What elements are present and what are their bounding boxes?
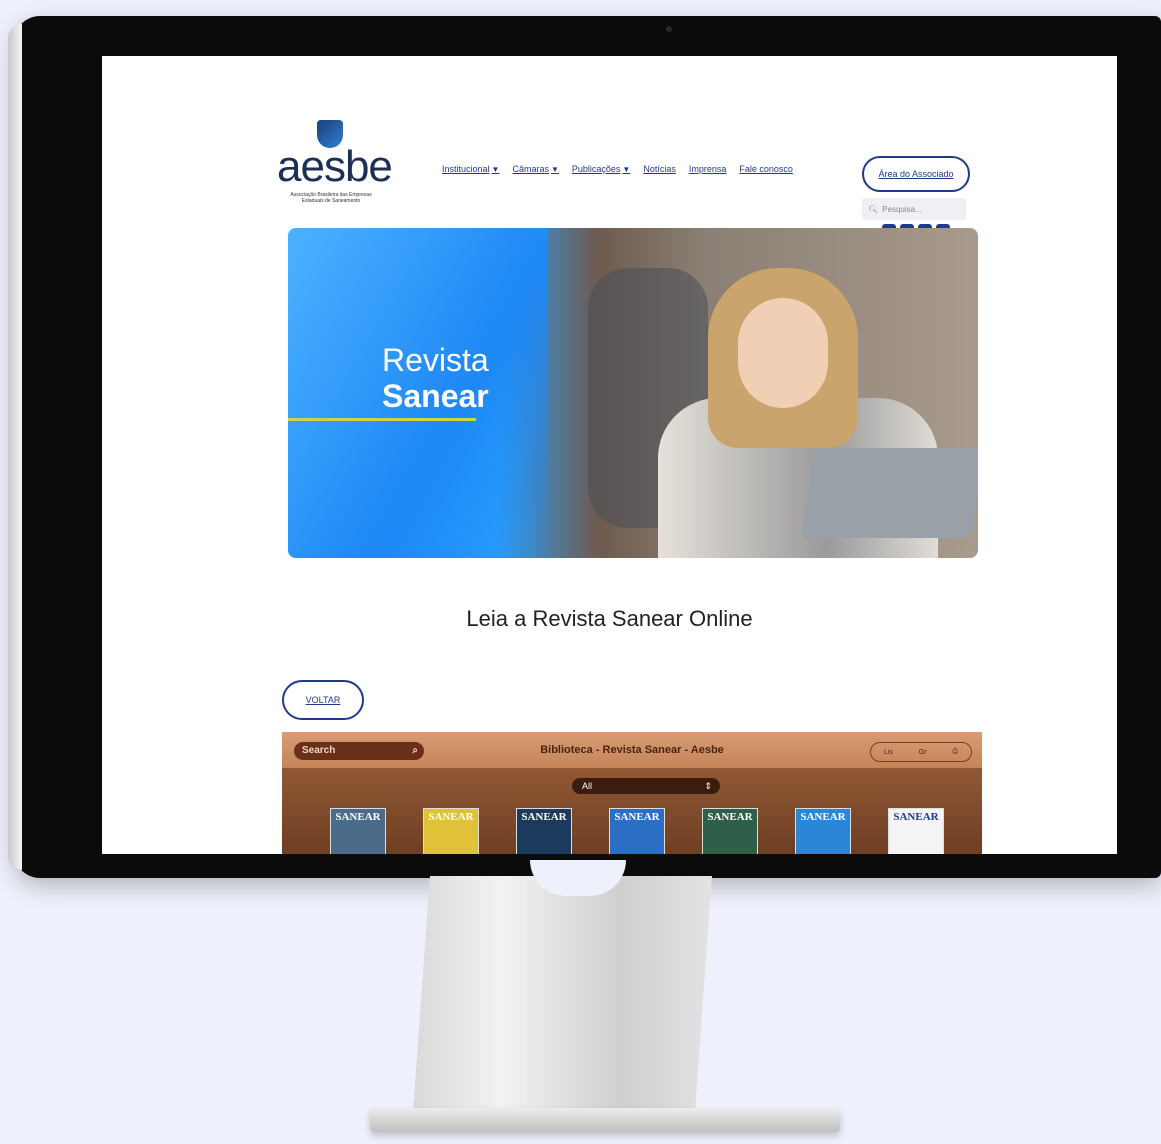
chevron-down-icon[interactable]: ▼ xyxy=(551,165,559,174)
search-icon: 🔍︎ xyxy=(868,204,879,214)
magazine-cover[interactable]: SANEAR xyxy=(888,808,944,854)
magazine-cover-title: SANEAR xyxy=(335,811,381,823)
nav-item-label: Notícias xyxy=(643,164,676,174)
nav-item-imprensa[interactable]: Imprensa xyxy=(689,164,727,174)
magazine-cover[interactable]: SANEAR xyxy=(609,808,665,854)
magazine-cover-title: SANEAR xyxy=(800,811,846,823)
magazine-cover-title: SANEAR xyxy=(428,811,474,823)
monitor-stand-neck xyxy=(412,876,712,1126)
nav-item-publicações[interactable]: Publicações ▼ xyxy=(572,164,630,174)
nav-item-fale-conosco[interactable]: Fale conosco xyxy=(739,164,793,174)
monitor-frame: aesbe Associação Brasileira das Empresas… xyxy=(8,16,1161,878)
library-toolbar: Search ⌕ Biblioteca - Revista Sanear - A… xyxy=(282,732,982,768)
logo-text: aesbe xyxy=(277,142,393,191)
select-arrows-icon: ⇕ xyxy=(704,781,712,791)
magazine-cover-title: SANEAR xyxy=(893,811,939,823)
aesbe-logo[interactable]: aesbe Associação Brasileira das Empresas… xyxy=(277,120,393,204)
category-filter-value: All xyxy=(582,781,593,791)
banner-title-light: Revista xyxy=(382,342,489,378)
chevron-down-icon[interactable]: ▼ xyxy=(492,165,500,174)
magazine-cover[interactable]: SANEAR xyxy=(330,808,386,854)
search-placeholder: Pesquisa... xyxy=(882,204,922,214)
grid-view-toggle[interactable]: Gr xyxy=(919,749,927,756)
book-shelf: SANEAR SANEAR SANEAR SANEAR SANEAR SANEAR SANE… xyxy=(330,808,944,854)
list-view-toggle[interactable]: Lis xyxy=(884,749,893,756)
magazine-cover[interactable]: SANEAR xyxy=(702,808,758,854)
magazine-cover-title: SANEAR xyxy=(614,811,660,823)
back-button[interactable]: VOLTAR xyxy=(282,680,364,720)
monitor-stand-base xyxy=(370,1108,840,1132)
camera-dot xyxy=(666,26,672,32)
screen: aesbe Associação Brasileira das Empresas… xyxy=(102,56,1117,854)
nav-item-institucional[interactable]: Institucional ▼ xyxy=(442,164,499,174)
nav-item-label: Publicações xyxy=(571,164,621,174)
category-filter-select[interactable]: All ⇕ xyxy=(572,778,720,794)
magazine-cover[interactable]: SANEAR xyxy=(516,808,572,854)
nav-item-câmaras[interactable]: Câmaras ▼ xyxy=(512,164,558,174)
magazine-cover[interactable]: SANEAR xyxy=(423,808,479,854)
magazine-cover[interactable]: SANEAR xyxy=(795,808,851,854)
library-view-controls[interactable]: Lis Gr ⎙ xyxy=(870,742,972,762)
nav-item-label: Câmaras xyxy=(512,164,549,174)
hero-banner: Revista Sanear xyxy=(288,228,978,558)
nav-item-notícias[interactable]: Notícias xyxy=(643,164,676,174)
magazine-cover-title: SANEAR xyxy=(521,811,567,823)
page-headline: Leia a Revista Sanear Online xyxy=(466,606,753,631)
chevron-down-icon[interactable]: ▼ xyxy=(622,165,630,174)
main-nav: Institucional ▼ Câmaras ▼ Publicações ▼ Notíci… xyxy=(442,164,793,174)
flipbook-library: Search ⌕ Biblioteca - Revista Sanear - A… xyxy=(282,732,982,854)
woman-face-illustration xyxy=(738,298,828,408)
banner-title-bold: Sanear xyxy=(382,378,489,414)
magazine-cover-title: SANEAR xyxy=(707,811,753,823)
logo-subtitle: Associação Brasileira das Empresas Estad… xyxy=(290,192,372,204)
nav-item-label: Institucional xyxy=(442,164,490,174)
search-box[interactable]: 🔍︎ Pesquisa... xyxy=(862,198,966,220)
nav-item-label: Fale conosco xyxy=(739,164,793,174)
nav-item-label: Imprensa xyxy=(688,164,727,174)
associate-area-button[interactable]: Área do Associado xyxy=(862,156,970,192)
banner-accent-line xyxy=(288,418,476,421)
laptop-illustration xyxy=(801,448,978,538)
print-icon[interactable]: ⎙ xyxy=(952,748,958,756)
